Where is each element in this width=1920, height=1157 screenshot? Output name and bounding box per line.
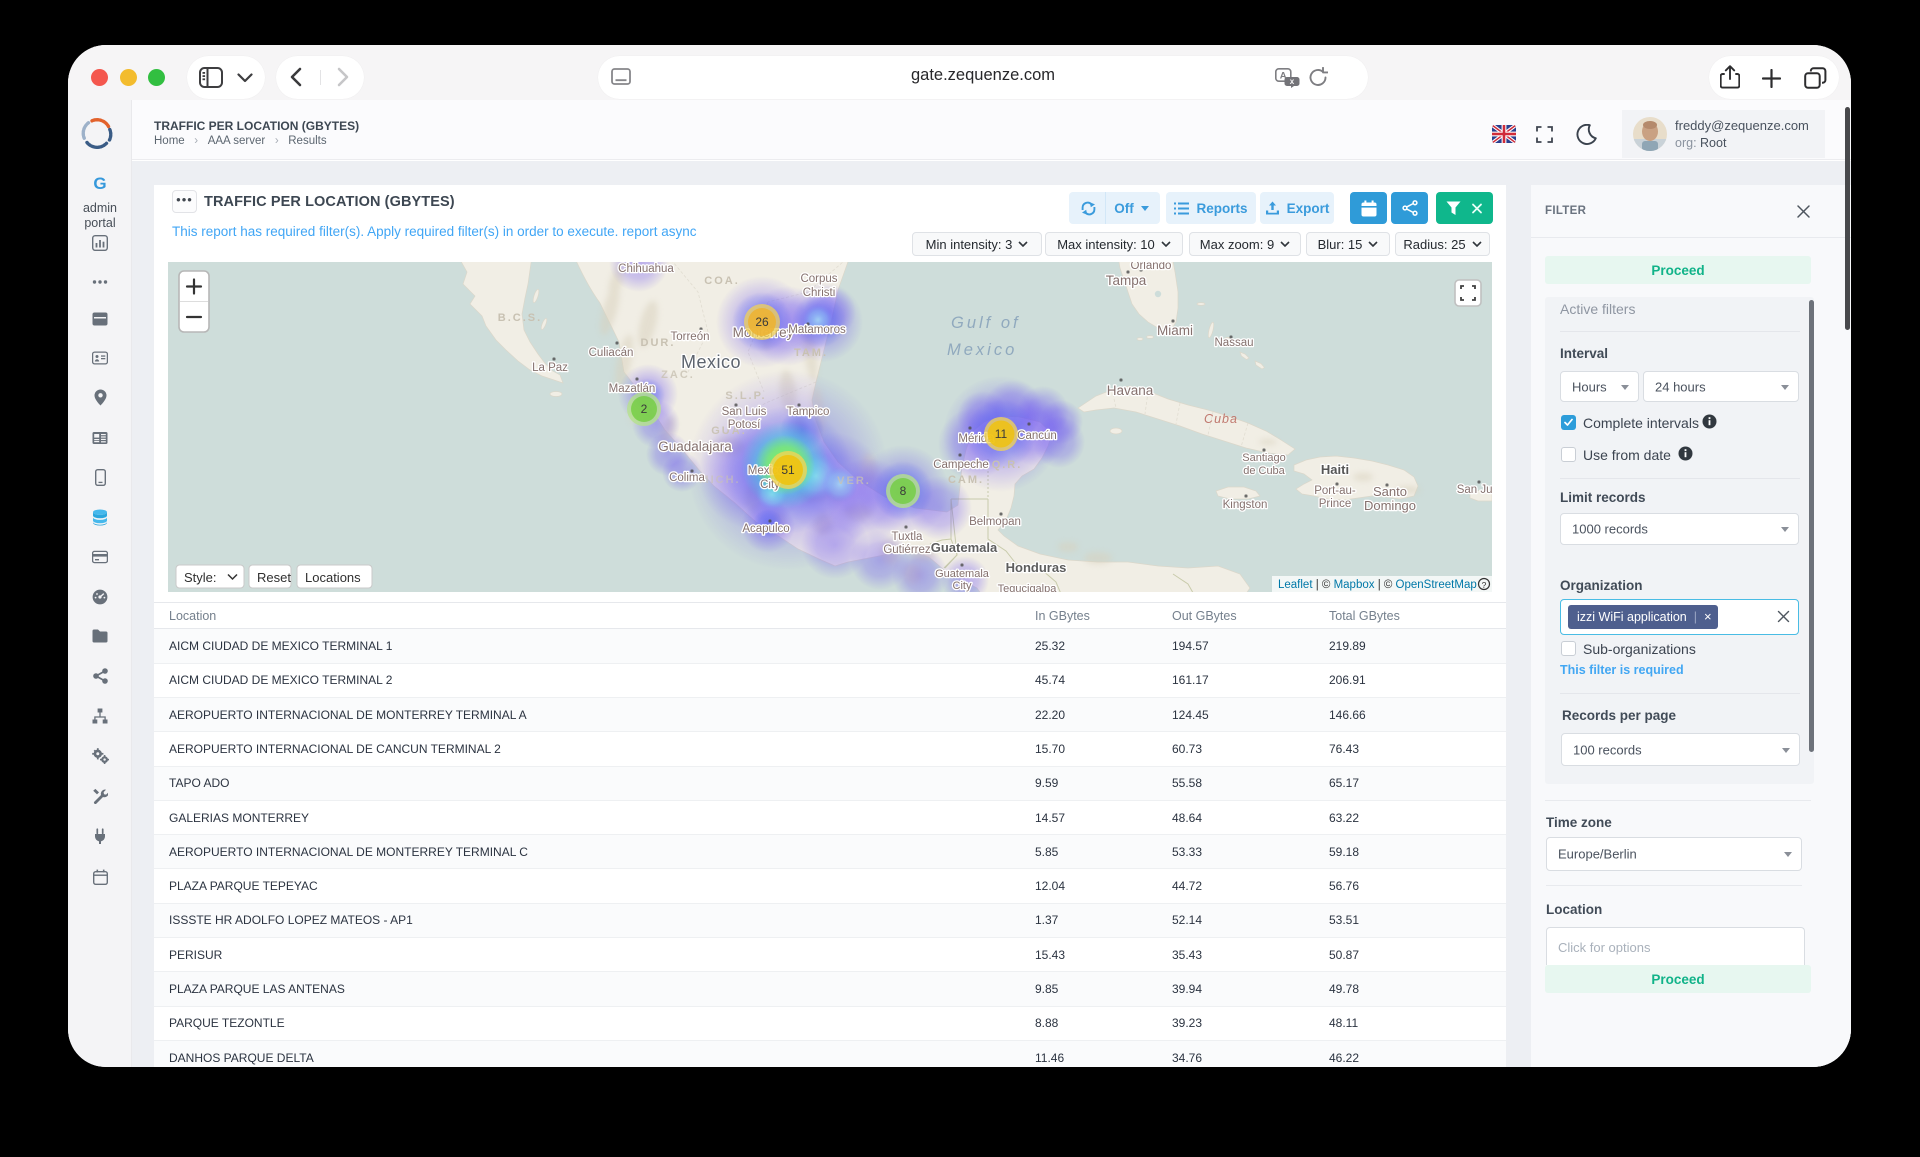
svg-text:Style:: Style:: [184, 570, 217, 585]
svg-text:Miami: Miami: [1157, 323, 1193, 338]
svg-text:Gutiérrez: Gutiérrez: [883, 544, 931, 556]
svg-text:Leaflet | © Mapbox | © OpenStr: Leaflet | © Mapbox | © OpenStreetMap: [1278, 579, 1477, 591]
svg-text:Locations: Locations: [305, 570, 361, 585]
svg-text:Christi: Christi: [803, 287, 836, 299]
svg-text:2: 2: [641, 402, 648, 416]
svg-text:51: 51: [781, 463, 795, 477]
svg-text:Reset: Reset: [257, 570, 291, 585]
svg-text:Honduras: Honduras: [1006, 560, 1067, 575]
svg-text:Santiago: Santiago: [1242, 452, 1285, 464]
svg-text:VER.: VER.: [837, 475, 871, 487]
svg-text:City: City: [953, 580, 972, 592]
svg-text:Culiacán: Culiacán: [589, 347, 634, 359]
svg-text:Tampa: Tampa: [1106, 273, 1147, 288]
svg-text:Orlando: Orlando: [1131, 262, 1172, 272]
svg-text:La Paz: La Paz: [532, 362, 568, 374]
svg-text:Cancún: Cancún: [1017, 430, 1057, 442]
svg-text:San Juan: San Juan: [1457, 484, 1492, 496]
svg-text:Havana: Havana: [1107, 383, 1154, 398]
svg-text:CAM.: CAM.: [948, 474, 984, 486]
svg-text:Matamoros: Matamoros: [788, 324, 846, 336]
svg-text:Guatemala: Guatemala: [931, 540, 998, 555]
svg-text:Belmopan: Belmopan: [969, 516, 1021, 528]
svg-text:Domingo: Domingo: [1364, 498, 1416, 513]
svg-text:Mexico: Mexico: [681, 352, 741, 372]
svg-text:TAM.: TAM.: [794, 347, 828, 359]
svg-text:Tuxtla: Tuxtla: [892, 531, 923, 543]
svg-text:Tampico: Tampico: [787, 406, 830, 418]
svg-text:Acapulco: Acapulco: [742, 523, 789, 535]
svg-text:MICH.: MICH.: [699, 474, 740, 486]
svg-text:Corpus: Corpus: [800, 273, 837, 285]
svg-text:Torreón: Torreón: [671, 331, 710, 343]
svg-text:Q.R.: Q.R.: [992, 459, 1023, 471]
svg-text:Tegucigalpa: Tegucigalpa: [998, 583, 1058, 592]
svg-text:Port-au-: Port-au-: [1314, 485, 1356, 497]
svg-text:Guadalajara: Guadalajara: [658, 439, 732, 454]
svg-text:S.L.P.: S.L.P.: [725, 390, 766, 402]
svg-text:Kingston: Kingston: [1223, 499, 1268, 511]
svg-text:Guatemala: Guatemala: [935, 568, 990, 580]
svg-text:Prince: Prince: [1319, 498, 1352, 510]
svg-text:Cuba: Cuba: [1204, 412, 1238, 426]
svg-text:8: 8: [900, 484, 907, 498]
svg-text:?: ?: [1482, 580, 1487, 590]
svg-text:Potosí: Potosí: [728, 419, 761, 431]
svg-text:de Cuba: de Cuba: [1243, 465, 1285, 477]
svg-text:Haiti: Haiti: [1321, 462, 1349, 477]
svg-text:x: x: [1290, 77, 1295, 86]
svg-text:Mexico: Mexico: [947, 341, 1017, 359]
svg-text:11: 11: [995, 427, 1008, 441]
svg-text:San Luis: San Luis: [722, 406, 767, 418]
svg-text:26: 26: [755, 315, 769, 329]
svg-text:Gulf of: Gulf of: [951, 314, 1021, 332]
svg-text:COA.: COA.: [704, 275, 740, 287]
svg-text:Colima: Colima: [669, 472, 705, 484]
svg-text:Chihuahua: Chihuahua: [618, 263, 674, 275]
svg-text:Campeche: Campeche: [933, 459, 989, 471]
svg-text:B.C.S.: B.C.S.: [498, 312, 542, 324]
svg-text:Nassau: Nassau: [1215, 337, 1254, 349]
svg-text:Santo: Santo: [1373, 484, 1407, 499]
